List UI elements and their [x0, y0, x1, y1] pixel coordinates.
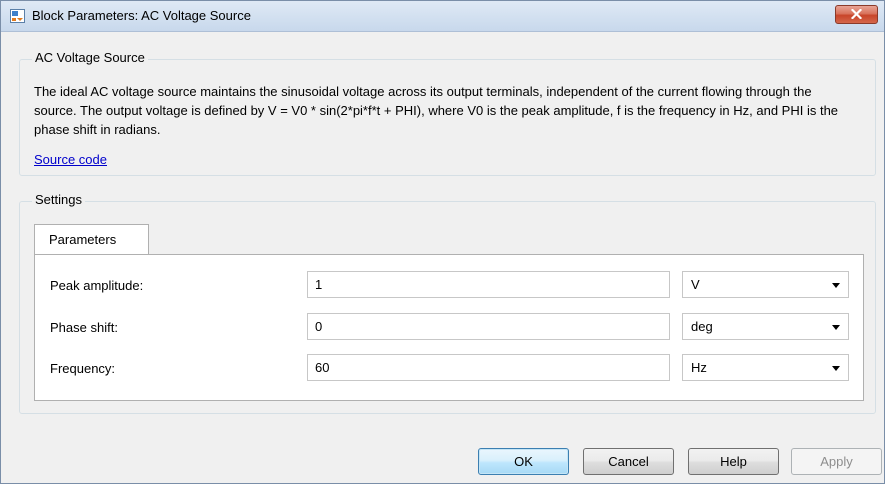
close-icon: [850, 7, 863, 22]
help-button[interactable]: Help: [688, 448, 779, 475]
title-bar[interactable]: Block Parameters: AC Voltage Source: [1, 1, 884, 32]
peak-amplitude-input[interactable]: [307, 271, 670, 298]
peak-amplitude-unit-value: V: [691, 277, 700, 292]
close-button[interactable]: [835, 5, 878, 24]
tab-parameters-label: Parameters: [49, 232, 117, 247]
source-code-link[interactable]: Source code: [34, 152, 107, 167]
apply-button: Apply: [791, 448, 882, 475]
chevron-down-icon: [832, 325, 840, 330]
peak-amplitude-unit-select[interactable]: V: [682, 271, 849, 298]
phase-shift-unit-value: deg: [691, 319, 713, 334]
frequency-unit-select[interactable]: Hz: [682, 354, 849, 381]
block-description: The ideal AC voltage source maintains th…: [34, 84, 839, 137]
phase-shift-label: Phase shift:: [50, 320, 118, 335]
simulink-block-icon: [10, 9, 25, 23]
chevron-down-icon: [832, 366, 840, 371]
peak-amplitude-label: Peak amplitude:: [50, 278, 144, 293]
phase-shift-input[interactable]: [307, 313, 670, 340]
ok-button[interactable]: OK: [478, 448, 569, 475]
chevron-down-icon: [832, 283, 840, 288]
cancel-button[interactable]: Cancel: [583, 448, 674, 475]
window-title: Block Parameters: AC Voltage Source: [32, 8, 251, 23]
block-parameters-dialog: Block Parameters: AC Voltage Source AC V…: [0, 0, 885, 484]
phase-shift-unit-select[interactable]: deg: [682, 313, 849, 340]
description-group-title: AC Voltage Source: [32, 50, 148, 65]
frequency-unit-value: Hz: [691, 360, 707, 375]
frequency-input[interactable]: [307, 354, 670, 381]
tab-parameters[interactable]: Parameters: [34, 224, 149, 255]
frequency-label: Frequency:: [50, 361, 116, 376]
settings-group-title: Settings: [32, 192, 85, 207]
